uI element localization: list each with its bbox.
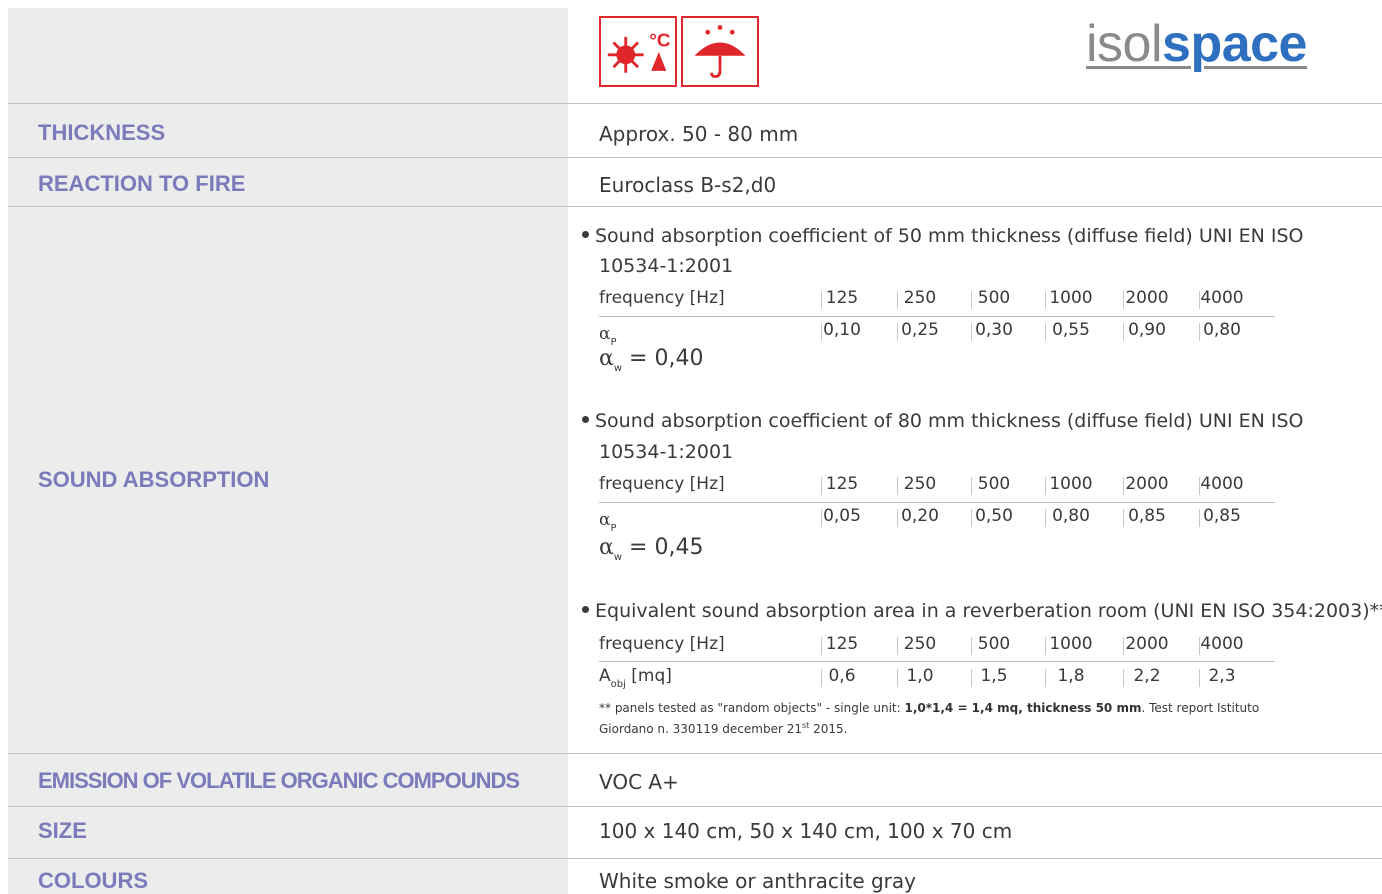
aobj-cell: 0,6	[828, 666, 856, 686]
alpha-p-label: αP	[599, 510, 617, 534]
alpha-w-80mm: αw = 0,45	[599, 535, 704, 563]
alpha-p-label: αP	[599, 324, 617, 348]
divider	[8, 157, 1382, 158]
aobj-cell: 2,3	[1208, 666, 1236, 686]
alpha-p-cell: 0,80	[1203, 320, 1241, 340]
divider	[8, 753, 1382, 754]
absorption-80mm-standard: 10534-1:2001	[599, 441, 734, 463]
footnote-line: Giordano n. 330119 december 21st 2015.	[599, 721, 848, 736]
umbrella-rain-icon	[681, 16, 759, 87]
frequency-cell: 125	[825, 288, 859, 308]
alpha-p-cell: 0,30	[975, 320, 1013, 340]
frequency-cell: 1000	[1049, 288, 1093, 308]
table-rule	[599, 502, 1275, 503]
frequency-cell: 4000	[1200, 288, 1244, 308]
size-label: SIZE	[38, 818, 87, 843]
frequency-cell: 2000	[1125, 288, 1169, 308]
absorption-50mm-standard: 10534-1:2001	[599, 255, 734, 277]
bullet-dot	[582, 606, 589, 613]
footnote-line: ** panels tested as "random objects" - s…	[599, 701, 1260, 715]
alpha-p-cell: 0,50	[975, 506, 1013, 526]
frequency-cell: 2000	[1125, 474, 1169, 494]
voc-value: VOC A+	[599, 770, 679, 794]
aobj-label: Aobj [mq]	[599, 666, 672, 690]
frequency-cell: 500	[977, 288, 1011, 308]
alpha-p-cell: 0,10	[823, 320, 861, 340]
freq-label: frequency [Hz]	[599, 474, 725, 494]
isolspace-logo: isolspace	[1086, 15, 1307, 73]
frequency-cell: 1000	[1049, 474, 1093, 494]
equivalent-area-heading: Equivalent sound absorption area in a re…	[582, 596, 1382, 626]
aobj-row: Aobj [mq] 0,6 1,0 1,5 1,8 2,2 2,3	[599, 664, 1275, 690]
divider	[8, 806, 1382, 807]
freq-row-3: frequency [Hz] 125 250 500 1000 2000 4000	[599, 632, 1275, 658]
svg-text:°C: °C	[649, 29, 671, 50]
thickness-label: THICKNESS	[38, 120, 166, 145]
absorption-50mm-heading: Sound absorption coefficient of 50 mm th…	[582, 221, 1382, 251]
alpha-p-cell: 0,55	[1052, 320, 1090, 340]
frequency-cell: 125	[825, 634, 859, 654]
alpha-p-cell: 0,90	[1128, 320, 1166, 340]
table-rule	[599, 661, 1275, 662]
thickness-value: Approx. 50 - 80 mm	[599, 122, 799, 146]
colours-label: COLOURS	[38, 868, 148, 893]
reaction-to-fire-value: Euroclass B-s2,d0	[599, 173, 777, 197]
frequency-cell: 4000	[1200, 634, 1244, 654]
frequency-cell: 1000	[1049, 634, 1093, 654]
alpha-p-cell: 0,85	[1128, 506, 1166, 526]
alpha-p-cell: 0,85	[1203, 506, 1241, 526]
reaction-to-fire-label: REACTION TO FIRE	[38, 171, 246, 196]
alpha-p-row-2: αP 0,05 0,20 0,50 0,80 0,85 0,85	[599, 504, 1275, 534]
aobj-cell: 1,0	[906, 666, 934, 686]
freq-label: frequency [Hz]	[599, 288, 725, 308]
aobj-cell: 1,8	[1057, 666, 1085, 686]
frequency-cell: 2000	[1125, 634, 1169, 654]
frequency-cell: 500	[977, 474, 1011, 494]
freq-row-1: frequency [Hz] 125 250 500 1000 2000 4000	[599, 286, 1275, 312]
sound-absorption-label: SOUND ABSORPTION	[38, 467, 270, 492]
frequency-cell: 4000	[1200, 474, 1244, 494]
alpha-p-row-1: αP 0,10 0,25 0,30 0,55 0,90 0,80	[599, 318, 1275, 348]
absorption-80mm-heading: Sound absorption coefficient of 80 mm th…	[582, 406, 1382, 436]
test-footnote: ** panels tested as "random objects" - s…	[599, 700, 1379, 738]
frequency-cell: 500	[977, 634, 1011, 654]
temperature-sun-icon: °C	[599, 16, 677, 87]
divider	[8, 103, 1382, 104]
freq-label: frequency [Hz]	[599, 634, 725, 654]
table-rule	[599, 316, 1275, 317]
size-value: 100 x 140 cm, 50 x 140 cm, 100 x 70 cm	[599, 819, 1013, 843]
bullet-dot	[582, 416, 589, 423]
divider	[8, 858, 1382, 859]
alpha-p-cell: 0,20	[901, 506, 939, 526]
alpha-p-cell: 0,05	[823, 506, 861, 526]
colours-value: White smoke or anthracite gray	[599, 869, 916, 893]
voc-label: EMISSION OF VOLATILE ORGANIC COMPOUNDS	[38, 768, 520, 793]
aobj-cell: 1,5	[980, 666, 1008, 686]
bullet-dot	[582, 231, 589, 238]
frequency-cell: 250	[903, 634, 937, 654]
alpha-w-50mm: αw = 0,40	[599, 346, 704, 374]
divider	[8, 206, 1382, 207]
freq-row-2: frequency [Hz] 125 250 500 1000 2000 4000	[599, 472, 1275, 498]
frequency-cell: 250	[903, 474, 937, 494]
alpha-p-cell: 0,25	[901, 320, 939, 340]
frequency-cell: 125	[825, 474, 859, 494]
aobj-cell: 2,2	[1133, 666, 1161, 686]
alpha-p-cell: 0,80	[1052, 506, 1090, 526]
datasheet-page: °C isolspace THICKNESS REACTION TO FIRE …	[0, 0, 1382, 894]
frequency-cell: 250	[903, 288, 937, 308]
